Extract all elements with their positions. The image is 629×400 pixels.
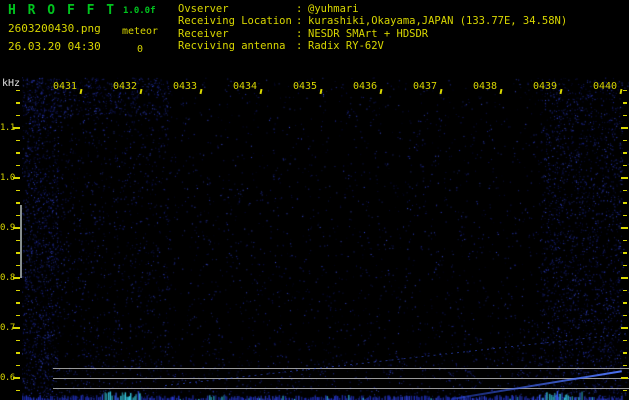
y-axis-tick-right	[621, 327, 628, 329]
time-label-0431: 0431	[49, 81, 81, 92]
info-value: Radix RY-62V	[308, 40, 384, 52]
freq-label-0-8: 0.8	[0, 273, 14, 283]
freq-label-0-9: 0.9	[0, 223, 14, 233]
y-axis-tick-left	[16, 390, 20, 392]
reference-line-upper	[53, 368, 629, 369]
y-axis-tick-right	[623, 152, 627, 154]
y-axis-tick-left	[16, 252, 20, 254]
time-label-0439: 0439	[529, 81, 561, 92]
info-value: @yuhmari	[308, 3, 359, 15]
y-axis-tick-right	[623, 215, 627, 217]
info-colon: :	[296, 40, 308, 52]
time-label-0432: 0432	[109, 81, 141, 92]
y-axis-tick-left	[16, 202, 20, 204]
y-axis-tick-left	[16, 315, 20, 317]
y-axis-tick-left	[16, 190, 20, 192]
info-colon: :	[296, 3, 308, 15]
time-label-0437: 0437	[409, 81, 441, 92]
y-axis-tick-right	[623, 340, 627, 342]
meteor-count: 0	[116, 44, 164, 55]
y-axis-tick-left	[16, 165, 20, 167]
spectrogram-canvas	[22, 77, 629, 400]
y-axis-tick-left	[16, 290, 20, 292]
time-label-0433: 0433	[169, 81, 201, 92]
time-label-0434: 0434	[229, 81, 261, 92]
y-axis-tick-right	[623, 240, 627, 242]
reference-line-middle	[53, 378, 629, 379]
y-axis-tick-left	[13, 127, 20, 129]
y-axis-tick-left	[16, 302, 20, 304]
y-axis-tick-left	[13, 377, 20, 379]
y-axis-tick-left	[16, 365, 20, 367]
y-axis-tick-right	[623, 265, 627, 267]
hrofft-window: H R O F F T 1.0.0f 2603200430.png 26.03.…	[0, 0, 629, 400]
calibration-line	[20, 205, 22, 278]
y-axis-tick-right	[621, 227, 628, 229]
capture-datetime: 26.03.20 04:30	[8, 40, 101, 53]
y-axis-tick-right	[621, 127, 628, 129]
time-label-0436: 0436	[349, 81, 381, 92]
y-axis-tick-left	[13, 227, 20, 229]
y-axis-tick-left	[13, 177, 20, 179]
info-label: Ovserver	[178, 3, 296, 15]
reference-line-lower	[53, 388, 629, 389]
freq-label-0-6: 0.6	[0, 373, 14, 383]
y-axis-tick-left	[16, 152, 20, 154]
y-axis-tick-right	[623, 202, 627, 204]
y-axis-tick-left	[16, 340, 20, 342]
station-info-row-antenna: Recviving antenna:Radix RY-62V	[178, 40, 567, 52]
app-version: 1.0.0f	[123, 6, 156, 16]
app-title: H R O F F T	[8, 3, 116, 18]
info-value: kurashiki,Okayama,JAPAN (133.77E, 34.58N…	[308, 15, 567, 27]
y-axis-tick-right	[623, 352, 627, 354]
y-axis-tick-left	[16, 140, 20, 142]
y-axis-tick-right	[623, 365, 627, 367]
station-info-row-location: Receiving Location:kurashiki,Okayama,JAP…	[178, 15, 567, 27]
y-axis-tick-left	[16, 215, 20, 217]
y-axis-tick-right	[623, 390, 627, 392]
info-label: Receiving Location	[178, 15, 296, 27]
station-info: Ovserver:@yuhmari Receiving Location:kur…	[178, 3, 567, 53]
y-axis-tick-left	[16, 115, 20, 117]
y-axis-tick-right	[623, 140, 627, 142]
info-colon: :	[296, 15, 308, 27]
freq-label-1-1: 1.1	[0, 123, 14, 133]
y-axis-tick-right	[623, 115, 627, 117]
y-axis-tick-right	[623, 102, 627, 104]
y-axis-tick-right	[623, 165, 627, 167]
y-axis-tick-right	[623, 290, 627, 292]
y-axis-tick-left	[16, 265, 20, 267]
time-label-0438: 0438	[469, 81, 501, 92]
time-label-0435: 0435	[289, 81, 321, 92]
freq-label-0-7: 0.7	[0, 323, 14, 333]
y-axis-unit: kHz	[2, 78, 20, 89]
time-label-0440: 0440	[589, 81, 621, 92]
info-colon: :	[296, 28, 308, 40]
station-info-row-observer: Ovserver:@yuhmari	[178, 3, 567, 15]
y-axis-tick-right	[621, 377, 628, 379]
output-filename: 2603200430.png	[8, 22, 101, 35]
y-axis-tick-right	[623, 252, 627, 254]
station-info-row-receiver: Receiver:NESDR SMArt + HDSDR	[178, 28, 567, 40]
y-axis-tick-right	[623, 90, 627, 92]
y-axis-tick-right	[623, 302, 627, 304]
y-axis-tick-left	[16, 240, 20, 242]
y-axis-tick-left	[16, 90, 20, 92]
y-axis-tick-right	[623, 315, 627, 317]
freq-label-1-0: 1.0	[0, 173, 14, 183]
info-label: Receiver	[178, 28, 296, 40]
meteor-label: meteor	[116, 26, 164, 37]
y-axis-tick-right	[623, 190, 627, 192]
meteor-counter: meteor 0	[116, 26, 164, 55]
info-label: Recviving antenna	[178, 40, 296, 52]
y-axis-tick-right	[621, 177, 628, 179]
info-value: NESDR SMArt + HDSDR	[308, 28, 428, 40]
y-axis-tick-right	[621, 277, 628, 279]
y-axis-tick-left	[13, 277, 20, 279]
y-axis-tick-left	[13, 327, 20, 329]
y-axis-tick-left	[16, 352, 20, 354]
y-axis-tick-left	[16, 102, 20, 104]
